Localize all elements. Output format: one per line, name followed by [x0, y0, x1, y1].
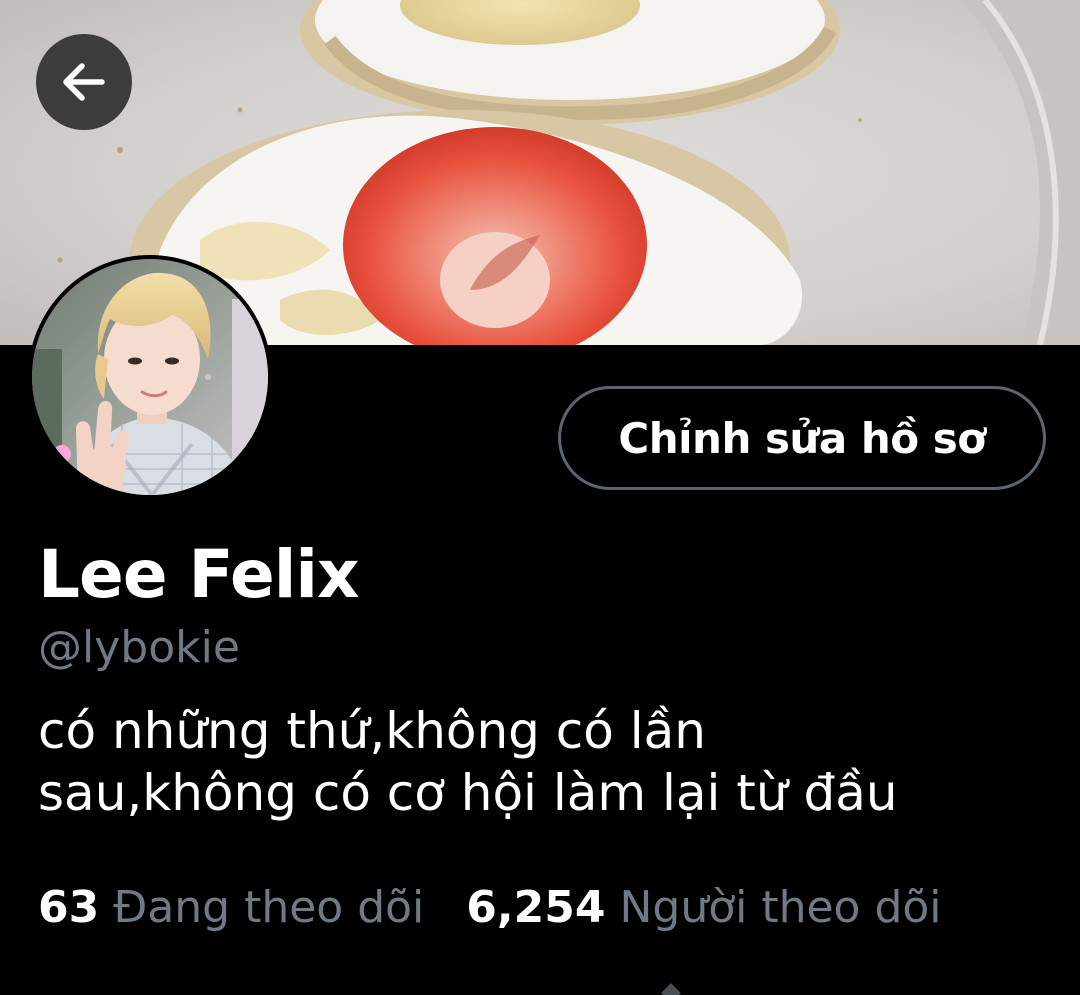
display-name: Lee Felix [38, 536, 360, 613]
scroll-indicator [661, 983, 681, 995]
profile-bio: có những thứ,không có lần sau,không có c… [38, 700, 1038, 824]
profile-page: Chỉnh sửa hồ sơ Lee Felix @lybokie có nh… [0, 0, 1080, 995]
avatar[interactable] [28, 255, 272, 499]
followers-label: Người theo dõi [619, 881, 942, 933]
follow-stats: 63 Đang theo dõi 6,254 Người theo dõi [38, 872, 942, 942]
followers-stat[interactable]: 6,254 Người theo dõi [466, 882, 941, 933]
following-label: Đang theo dõi [113, 881, 425, 933]
following-count: 63 [38, 881, 100, 933]
followers-count: 6,254 [466, 881, 606, 933]
back-button[interactable] [36, 34, 132, 130]
bio-line: sau,không có cơ hội làm lại từ đầu [38, 764, 898, 822]
edit-profile-button[interactable]: Chỉnh sửa hồ sơ [558, 386, 1046, 490]
arrow-left-icon [63, 63, 105, 101]
bio-line: có những thứ,không có lần [38, 702, 706, 760]
following-stat[interactable]: 63 Đang theo dõi [38, 882, 424, 933]
user-handle: @lybokie [38, 622, 240, 673]
